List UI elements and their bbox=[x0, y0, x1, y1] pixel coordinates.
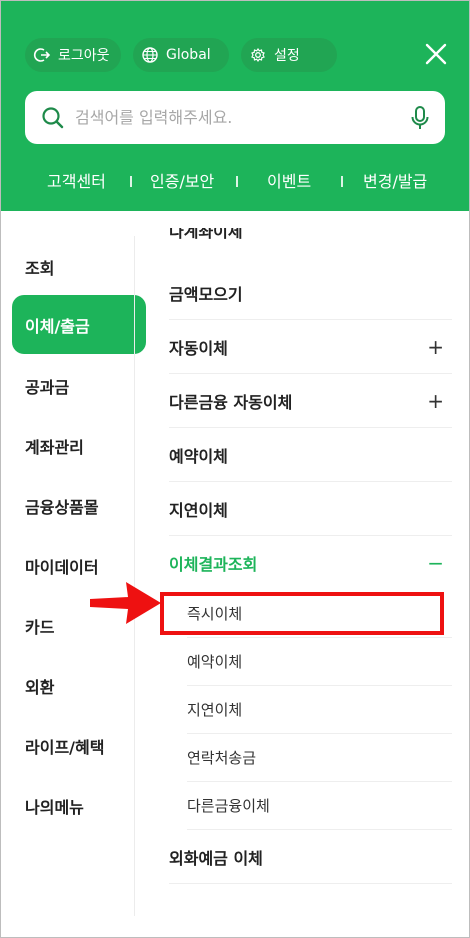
gear-icon bbox=[251, 47, 265, 63]
menu-item-foreign-deposit-transfer[interactable]: 외화예금 이체 bbox=[169, 830, 452, 884]
close-icon[interactable] bbox=[422, 40, 450, 68]
logout-button[interactable]: 로그아웃 bbox=[25, 38, 121, 72]
settings-button[interactable]: 설정 bbox=[241, 38, 337, 72]
menu-item-money-collect[interactable]: 금액모으기 bbox=[169, 266, 452, 320]
quick-link-change-issue[interactable]: 변경/발급 bbox=[363, 168, 427, 192]
menu-item-auto-transfer[interactable]: 자동이체 + bbox=[169, 320, 452, 374]
sub-item-scheduled-transfer[interactable]: 예약이체 bbox=[187, 638, 452, 686]
globe-icon bbox=[142, 47, 158, 63]
nav-item-mydata[interactable]: 마이데이터 bbox=[25, 554, 99, 578]
sub-item-contact-remittance[interactable]: 연락처송금 bbox=[187, 734, 452, 782]
logout-icon bbox=[33, 48, 51, 62]
nav-item-inquiry[interactable]: 조회 bbox=[25, 255, 54, 279]
logout-label: 로그아웃 bbox=[58, 48, 110, 64]
menu-item-label: 외화예금 이체 bbox=[169, 848, 263, 868]
quick-link-separator bbox=[341, 176, 343, 187]
nav-item-label: 이체/출금 bbox=[25, 316, 90, 336]
nav-item-utilities[interactable]: 공과금 bbox=[25, 374, 69, 398]
sub-item-other-bank-transfer[interactable]: 다른금융이체 bbox=[187, 782, 452, 830]
microphone-icon[interactable] bbox=[409, 105, 431, 131]
global-label: Global bbox=[166, 47, 211, 63]
sub-item-label: 지연이체 bbox=[187, 701, 243, 719]
menu-item-scheduled-transfer[interactable]: 예약이체 bbox=[169, 428, 452, 482]
nav-divider bbox=[134, 236, 135, 916]
menu-item-other-bank-auto-transfer[interactable]: 다른금융 자동이체 + bbox=[169, 374, 452, 428]
search-icon[interactable] bbox=[41, 106, 65, 130]
quick-link-events[interactable]: 이벤트 bbox=[267, 168, 311, 192]
sub-item-delayed-transfer[interactable]: 지연이체 bbox=[187, 686, 452, 734]
arrow-annotation-icon bbox=[90, 582, 161, 624]
highlight-box bbox=[160, 592, 444, 635]
settings-label: 설정 bbox=[274, 48, 300, 64]
menu-item-label: 예약이체 bbox=[169, 446, 228, 466]
menu-item-transfer-result-inquiry[interactable]: 이체결과조회 − bbox=[169, 536, 452, 590]
quick-link-separator bbox=[236, 176, 238, 187]
sub-item-label: 예약이체 bbox=[187, 653, 243, 671]
expand-icon[interactable]: + bbox=[427, 335, 444, 359]
menu-item-label: 다른금융 자동이체 bbox=[169, 392, 293, 412]
menu-header: 로그아웃 Global 설정 고객센터 인증/보안 이벤트 변경/발급 bbox=[0, 0, 470, 211]
nav-item-life-benefits[interactable]: 라이프/혜택 bbox=[25, 734, 104, 758]
menu-item-label: 금액모으기 bbox=[169, 284, 243, 304]
collapse-icon[interactable]: − bbox=[427, 551, 444, 575]
global-button[interactable]: Global bbox=[133, 38, 229, 72]
menu-item-label: 다계좌이체 bbox=[169, 228, 243, 241]
menu-item-label: 이체결과조회 bbox=[169, 555, 258, 574]
nav-item-account-management[interactable]: 계좌관리 bbox=[25, 434, 84, 458]
quick-links: 고객센터 인증/보안 이벤트 변경/발급 bbox=[0, 168, 470, 194]
sub-item-label: 연락처송금 bbox=[187, 749, 257, 767]
sub-item-label: 다른금융이체 bbox=[187, 797, 270, 815]
menu-item-multi-account-transfer[interactable]: 다계좌이체 bbox=[169, 228, 452, 250]
search-bar bbox=[25, 91, 445, 144]
search-input[interactable] bbox=[75, 108, 409, 127]
nav-item-transfer-active[interactable]: 이체/출금 bbox=[12, 295, 146, 354]
quick-link-separator bbox=[130, 176, 132, 187]
nav-item-foreign-exchange[interactable]: 외환 bbox=[25, 674, 54, 698]
nav-item-financial-products[interactable]: 금융상품몰 bbox=[25, 494, 99, 518]
nav-item-card[interactable]: 카드 bbox=[25, 614, 54, 638]
menu-item-label: 지연이체 bbox=[169, 500, 228, 520]
menu-item-delayed-transfer[interactable]: 지연이체 bbox=[169, 482, 452, 536]
quick-link-auth-security[interactable]: 인증/보안 bbox=[150, 168, 214, 192]
menu-item-label: 자동이체 bbox=[169, 338, 228, 358]
nav-item-my-menu[interactable]: 나의메뉴 bbox=[25, 794, 84, 818]
expand-icon[interactable]: + bbox=[427, 389, 444, 413]
quick-link-customer-center[interactable]: 고객센터 bbox=[47, 168, 106, 192]
